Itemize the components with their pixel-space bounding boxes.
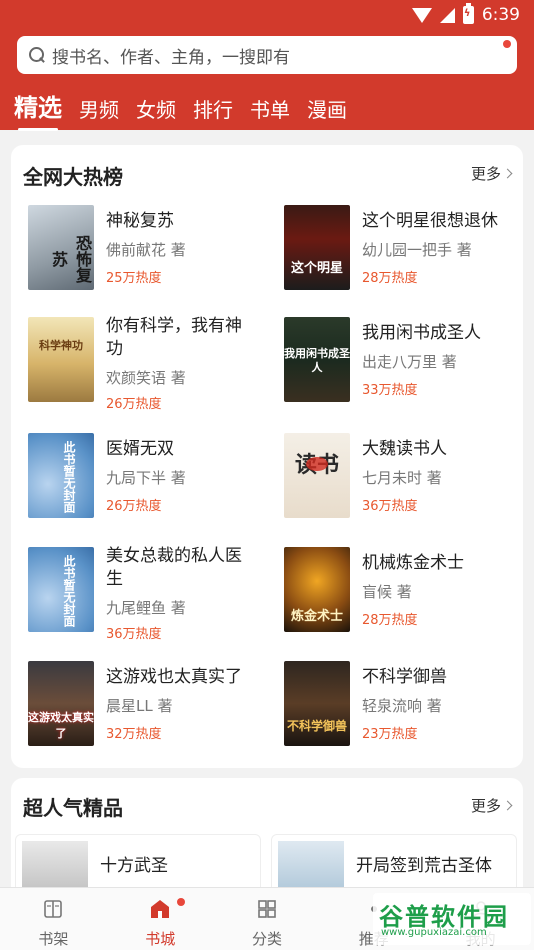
book-heat: 32万热度 xyxy=(106,727,162,742)
book-heat: 36万热度 xyxy=(362,499,418,514)
top-header: ϟ 6:39 搜书名、作者、主角，一搜即有 精选 男频 女频 排行 书单 漫画 xyxy=(0,0,534,131)
book-cover: 科学神功 xyxy=(28,317,94,402)
book-item[interactable]: 不科学御兽 不科学御兽 轻泉流响 著 23万热度 xyxy=(278,661,518,756)
signal-icon xyxy=(439,7,455,23)
book-title: 这个明星很想退休 xyxy=(362,211,498,231)
tab-male[interactable]: 男频 xyxy=(79,94,119,123)
book-item[interactable]: 这个明星 这个明星很想退休 幼儿园一把手 著 28万热度 xyxy=(278,205,518,300)
search-icon xyxy=(29,46,46,64)
book-heat: 26万热度 xyxy=(106,397,162,412)
book-title: 医婿无双 xyxy=(106,439,174,459)
book-author: 幼儿园一把手 著 xyxy=(362,241,472,259)
book-author: 佛前献花 著 xyxy=(106,241,186,259)
tab-female[interactable]: 女频 xyxy=(136,94,176,123)
tab-booklist[interactable]: 书单 xyxy=(250,94,290,123)
section-title: 全网大热榜 xyxy=(23,165,123,189)
book-heat: 28万热度 xyxy=(362,271,418,286)
book-heat: 28万热度 xyxy=(362,613,418,628)
book-heat: 26万热度 xyxy=(106,499,162,514)
book-title: 你有科学，我有神功 xyxy=(106,316,242,359)
nav-bookshelf[interactable]: 书架 xyxy=(0,888,107,950)
book-item[interactable]: 我用闲书成圣人 我用闲书成圣人 出走八万里 著 33万热度 xyxy=(278,317,518,412)
book-title: 机械炼金术士 xyxy=(362,553,464,573)
section-title: 超人气精品 xyxy=(23,796,123,820)
nav-label: 分类 xyxy=(251,930,282,948)
more-link[interactable]: 更多 xyxy=(471,163,513,184)
book-title: 这游戏也太真实了 xyxy=(106,667,242,687)
book-item[interactable]: 科学神功 你有科学，我有神功 欢颜笑语 著 26万热度 xyxy=(22,316,262,412)
search-placeholder: 搜书名、作者、主角，一搜即有 xyxy=(52,47,290,68)
tab-ranking[interactable]: 排行 xyxy=(193,94,233,123)
nav-label: 书架 xyxy=(38,930,69,948)
book-item[interactable]: 这游戏太真实了 这游戏也太真实了 晨星LL 著 32万热度 xyxy=(22,661,262,756)
book-author: 七月未时 著 xyxy=(362,469,442,487)
battery-icon: ϟ xyxy=(462,3,474,24)
book-cover: 这个明星 xyxy=(284,205,350,290)
book-cover: 恐怖复苏 xyxy=(28,205,94,290)
book-heat: 33万热度 xyxy=(362,383,418,398)
book-title: 大魏读书人 xyxy=(362,439,447,459)
nav-bookstore[interactable]: 书城 xyxy=(107,888,214,950)
bookshelf-icon xyxy=(44,900,63,918)
tab-featured[interactable]: 精选 xyxy=(14,88,62,131)
book-heat: 23万热度 xyxy=(362,727,418,742)
book-title: 我用闲书成圣人 xyxy=(362,323,481,343)
book-author: 晨星LL 著 xyxy=(106,697,173,715)
search-input[interactable]: 搜书名、作者、主角，一搜即有 xyxy=(17,36,517,74)
book-cover: 此书暂无封面 xyxy=(28,433,94,518)
notification-dot xyxy=(176,898,185,906)
book-title: 不科学御兽 xyxy=(362,667,447,687)
status-time: 6:39 xyxy=(481,5,520,25)
more-link[interactable]: 更多 xyxy=(471,795,513,816)
category-icon xyxy=(258,900,276,918)
book-title: 神秘复苏 xyxy=(106,211,174,231)
book-item[interactable]: 此书暂无封面 美女总裁的私人医生 九尾鲤鱼 著 36万热度 xyxy=(22,546,262,642)
book-title: 开局签到荒古圣体 xyxy=(356,856,492,876)
book-item[interactable]: 此书暂无封面 医婿无双 九局下半 著 26万热度 xyxy=(22,433,262,528)
book-author: 欢颜笑语 著 xyxy=(106,369,186,387)
chevron-right-icon xyxy=(502,168,513,179)
book-cover: 我用闲书成圣人 xyxy=(284,317,350,402)
nav-label: 书城 xyxy=(145,930,176,948)
book-author: 九局下半 著 xyxy=(106,469,186,487)
book-heat: 25万热度 xyxy=(106,271,162,286)
cover-seal xyxy=(306,457,328,471)
book-author: 出走八万里 著 xyxy=(362,353,457,371)
book-author: 轻泉流响 著 xyxy=(362,697,442,715)
hot-list-card: 全网大热榜 更多 恐怖复苏 神秘复苏 佛前献花 著 25万热度 这个明星 这个明… xyxy=(11,145,523,768)
book-heat: 36万热度 xyxy=(106,627,162,642)
nav-category[interactable]: 分类 xyxy=(214,888,321,950)
book-cover: 此书暂无封面 xyxy=(28,547,94,632)
book-item[interactable]: 恐怖复苏 神秘复苏 佛前献花 著 25万热度 xyxy=(22,205,262,300)
book-title: 美女总裁的私人医生 xyxy=(106,546,242,589)
book-item[interactable]: 炼金术士 机械炼金术士 盲候 著 28万热度 xyxy=(278,547,518,642)
book-cover: 不科学御兽 xyxy=(284,661,350,746)
wifi-icon xyxy=(411,7,432,23)
book-cover: 读书 xyxy=(284,433,350,518)
tab-comics[interactable]: 漫画 xyxy=(307,94,347,123)
notification-dot xyxy=(503,40,511,48)
home-icon xyxy=(151,900,170,918)
status-bar: ϟ 6:39 xyxy=(0,0,534,30)
book-item[interactable]: 读书 大魏读书人 七月未时 著 36万热度 xyxy=(278,433,518,528)
channel-tabs: 精选 男频 女频 排行 书单 漫画 xyxy=(14,88,347,131)
chevron-right-icon xyxy=(502,800,513,811)
book-cover: 这游戏太真实了 xyxy=(28,661,94,746)
book-cover: 炼金术士 xyxy=(284,547,350,632)
book-author: 九尾鲤鱼 著 xyxy=(106,599,186,617)
popular-card: 超人气精品 更多 十方武圣 开局签到荒古圣体 xyxy=(11,778,523,898)
book-title: 十方武圣 xyxy=(100,856,168,876)
book-author: 盲候 著 xyxy=(362,583,412,601)
watermark-logo: 谷普软件园 www.gupuxiazai.com xyxy=(373,893,531,945)
